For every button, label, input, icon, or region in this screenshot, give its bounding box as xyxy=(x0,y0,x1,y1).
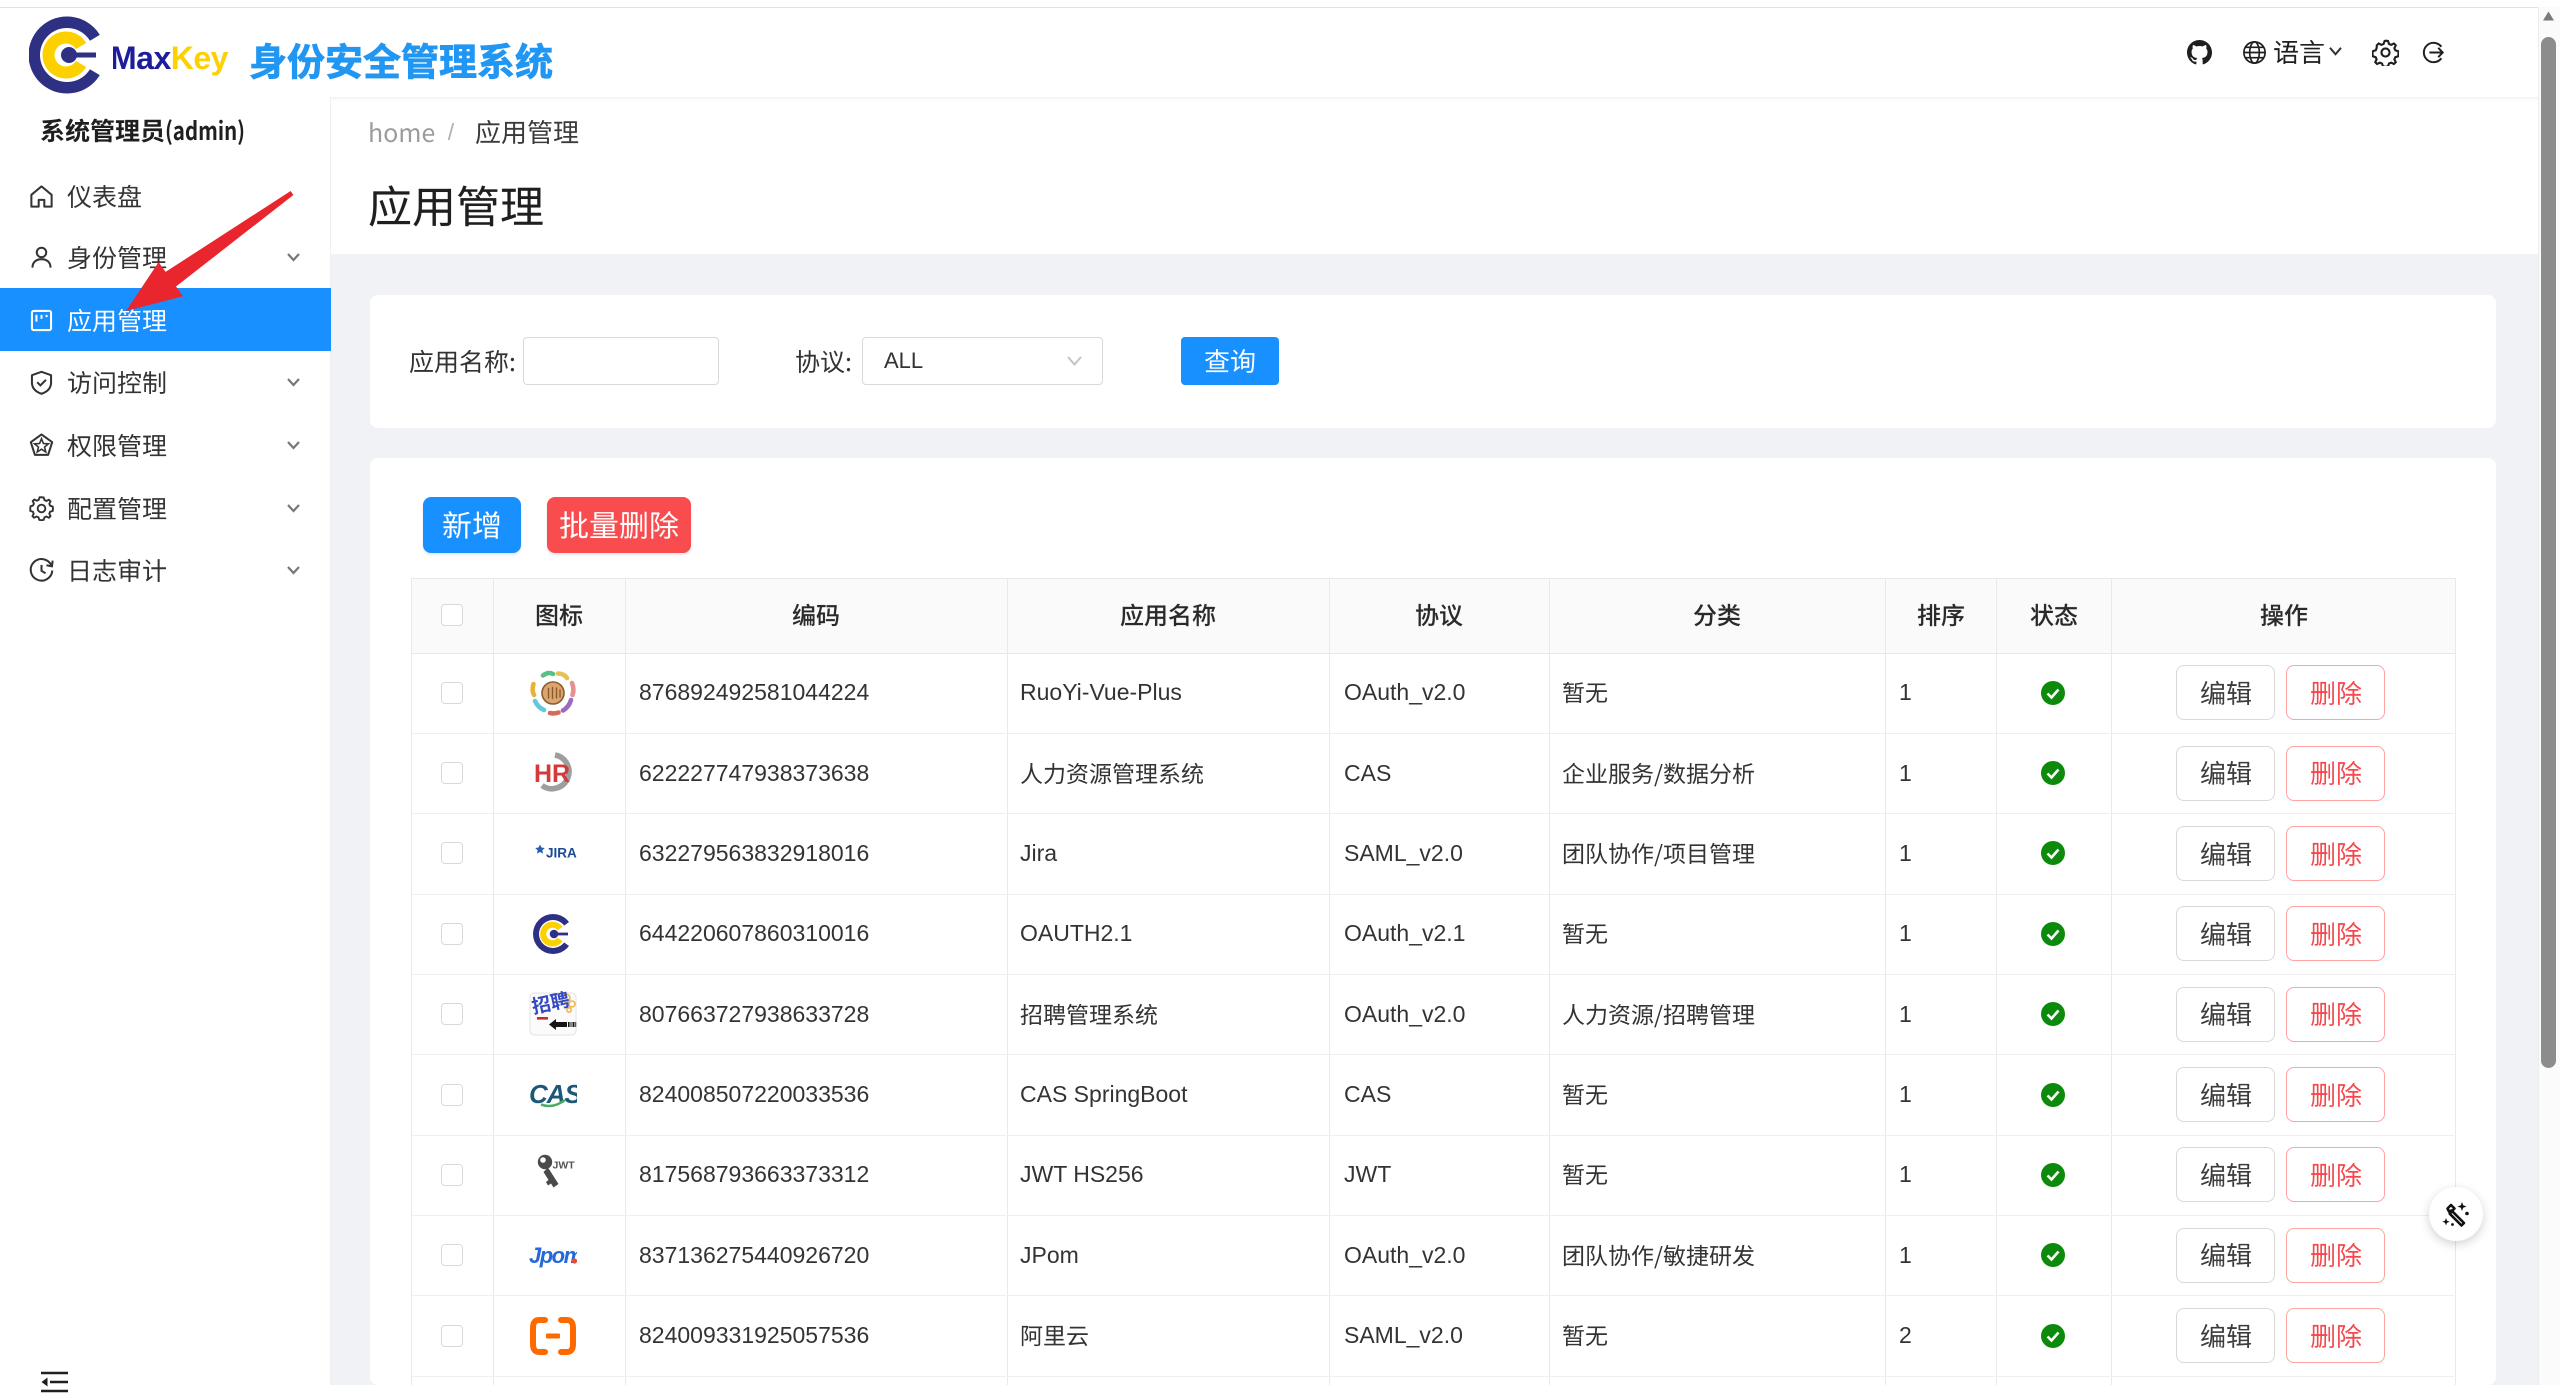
svg-text:JIRA: JIRA xyxy=(546,846,577,861)
svg-text:HR: HR xyxy=(534,760,570,788)
svg-text:JWT: JWT xyxy=(553,1159,576,1171)
svg-text:Jpom: Jpom xyxy=(529,1243,577,1268)
